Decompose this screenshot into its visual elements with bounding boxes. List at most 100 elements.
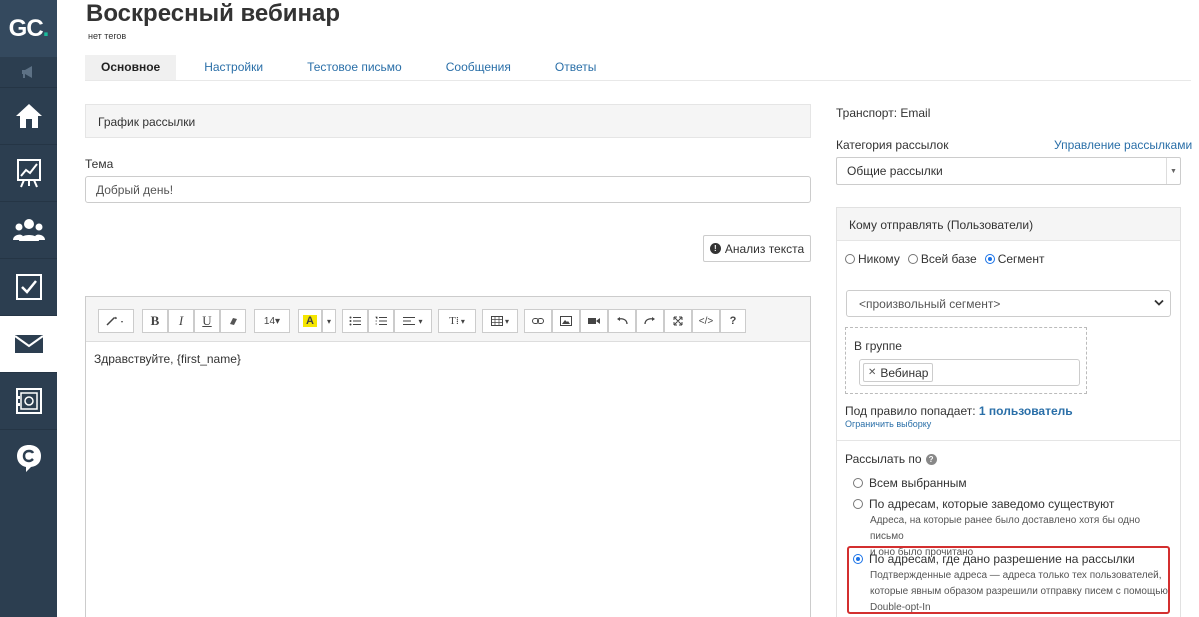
sidebar-item-statistics[interactable] (0, 144, 57, 201)
highlight-color-dropdown[interactable]: ▾ (322, 309, 336, 333)
bold-button[interactable]: B (142, 309, 168, 333)
highlight-frame (847, 546, 1170, 614)
magic-wand-button[interactable] (98, 309, 134, 333)
logo-text: GC. (8, 14, 50, 42)
code-view-button[interactable]: </> (692, 309, 720, 333)
send-by-label: Рассылать по ? (845, 452, 937, 466)
image-icon (560, 316, 572, 326)
limit-selection-link[interactable]: Ограничить выборку (845, 419, 931, 429)
tab-main[interactable]: Основное (85, 55, 177, 80)
users-icon (12, 219, 45, 241)
group-label: В группе (854, 339, 902, 353)
page-title: Воскресный вебинар (86, 0, 341, 27)
rich-text-editor: B I U 14 ▾ A ▾ ▾ T⁞ ▾ ▾ </> ? Здравствуй… (85, 296, 811, 617)
table-select[interactable]: ▾ (482, 309, 518, 333)
megaphone-icon[interactable] (0, 57, 57, 87)
radio-circle-checked (984, 254, 995, 264)
analyze-text-button[interactable]: ! Анализ текста (703, 235, 811, 262)
undo-icon (617, 317, 628, 325)
chat-icon (16, 445, 41, 472)
fullscreen-button[interactable] (664, 309, 692, 333)
fullscreen-icon (673, 316, 683, 326)
highlight-color-icon: A (303, 315, 317, 327)
tab-settings[interactable]: Настройки (188, 55, 279, 80)
editor-content[interactable]: Здравствуйте, {first_name} (86, 342, 810, 376)
chevron-down-icon (1154, 299, 1164, 306)
tab-replies[interactable]: Ответы (539, 55, 612, 80)
group-condition: В группе ✕ Вебинар (845, 327, 1087, 394)
info-icon: ! (709, 243, 721, 254)
recipients-radio-group: Никому Всей базе Сегмент (845, 252, 1044, 266)
sidebar-item-home[interactable] (0, 87, 57, 144)
checkbox-icon (15, 274, 42, 300)
bullet-list-icon (349, 316, 361, 326)
bullet-list-button[interactable] (342, 309, 368, 333)
link-button[interactable] (524, 309, 552, 333)
numbered-list-icon (375, 316, 387, 325)
segment-select[interactable]: <произвольный сегмент> (846, 290, 1171, 317)
font-size-select[interactable]: 14 ▾ (254, 309, 290, 333)
text-style-select[interactable]: T⁞ ▾ (438, 309, 476, 333)
transport-label: Транспорт: Email (836, 106, 931, 120)
group-tag-chip: ✕ Вебинар (863, 363, 934, 382)
safe-icon (15, 388, 42, 414)
sidebar-item-mail[interactable] (0, 315, 57, 372)
redo-icon (644, 317, 655, 325)
eraser-button[interactable] (220, 309, 246, 333)
tags-label: нет тегов (88, 31, 127, 41)
logo[interactable]: GC. (0, 0, 57, 57)
radio-nobody[interactable]: Никому (845, 252, 900, 266)
radio-circle (845, 254, 855, 264)
align-icon (403, 317, 416, 325)
radio-whole-base[interactable]: Всей базе (907, 252, 977, 266)
sidebar-item-safe[interactable] (0, 372, 57, 429)
category-label: Категория рассылок (836, 138, 949, 152)
subject-input[interactable] (85, 176, 811, 203)
chart-icon (16, 159, 41, 188)
italic-button[interactable]: I (168, 309, 194, 333)
radio-circle (853, 499, 863, 509)
analyze-text-label: Анализ текста (724, 241, 805, 256)
highlight-color-button[interactable]: A (298, 309, 322, 333)
help-icon[interactable]: ? (925, 453, 937, 465)
tabs: Основное Настройки Тестовое письмо Сообщ… (85, 55, 624, 81)
table-icon (490, 316, 503, 326)
underline-button[interactable]: U (194, 309, 220, 333)
link-icon (532, 318, 544, 324)
schedule-panel-header[interactable]: График рассылки (85, 104, 811, 138)
help-button[interactable]: ? (720, 309, 746, 333)
undo-button[interactable] (608, 309, 636, 333)
send-by-section: Рассылать по ? Всем выбранным По адресам… (837, 440, 1180, 613)
eraser-icon (230, 318, 237, 325)
align-select[interactable]: ▾ (394, 309, 432, 333)
tabs-divider (85, 80, 1191, 81)
sidebar-item-users[interactable] (0, 201, 57, 258)
radio-segment[interactable]: Сегмент (984, 252, 1044, 266)
home-icon (15, 104, 42, 128)
tab-test-letter[interactable]: Тестовое письмо (291, 55, 418, 80)
sidebar-item-chat[interactable] (0, 429, 57, 486)
radio-circle (907, 254, 918, 264)
editor-toolbar: B I U 14 ▾ A ▾ ▾ T⁞ ▾ ▾ </> ? (86, 297, 810, 342)
chevron-down-icon: ▼ (1166, 158, 1180, 184)
send-option-existing[interactable]: По адресам, которые заведомо существуют (853, 497, 1114, 511)
numbered-list-button[interactable] (368, 309, 394, 333)
mail-icon (13, 335, 44, 353)
rule-count-value[interactable]: 1 пользователь (979, 404, 1073, 418)
sidebar-item-tasks[interactable] (0, 258, 57, 315)
sidebar: GC. (0, 0, 57, 617)
remove-tag-icon[interactable]: ✕ (868, 367, 876, 378)
video-button[interactable] (580, 309, 608, 333)
segment-value: <произвольный сегмент> (859, 296, 1001, 311)
video-icon (588, 318, 600, 324)
redo-button[interactable] (636, 309, 664, 333)
image-button[interactable] (552, 309, 580, 333)
group-tag-input[interactable]: ✕ Вебинар (859, 359, 1080, 386)
tab-messages[interactable]: Сообщения (430, 55, 527, 80)
category-select[interactable]: Общие рассылки ▼ (836, 157, 1181, 185)
manage-mailings-link[interactable]: Управление рассылками (1054, 138, 1192, 152)
recipients-header: Кому отправлять (Пользователи) (837, 208, 1180, 241)
send-option-all[interactable]: Всем выбранным (853, 476, 967, 490)
radio-circle (853, 478, 863, 488)
code-icon: </> (698, 315, 714, 327)
